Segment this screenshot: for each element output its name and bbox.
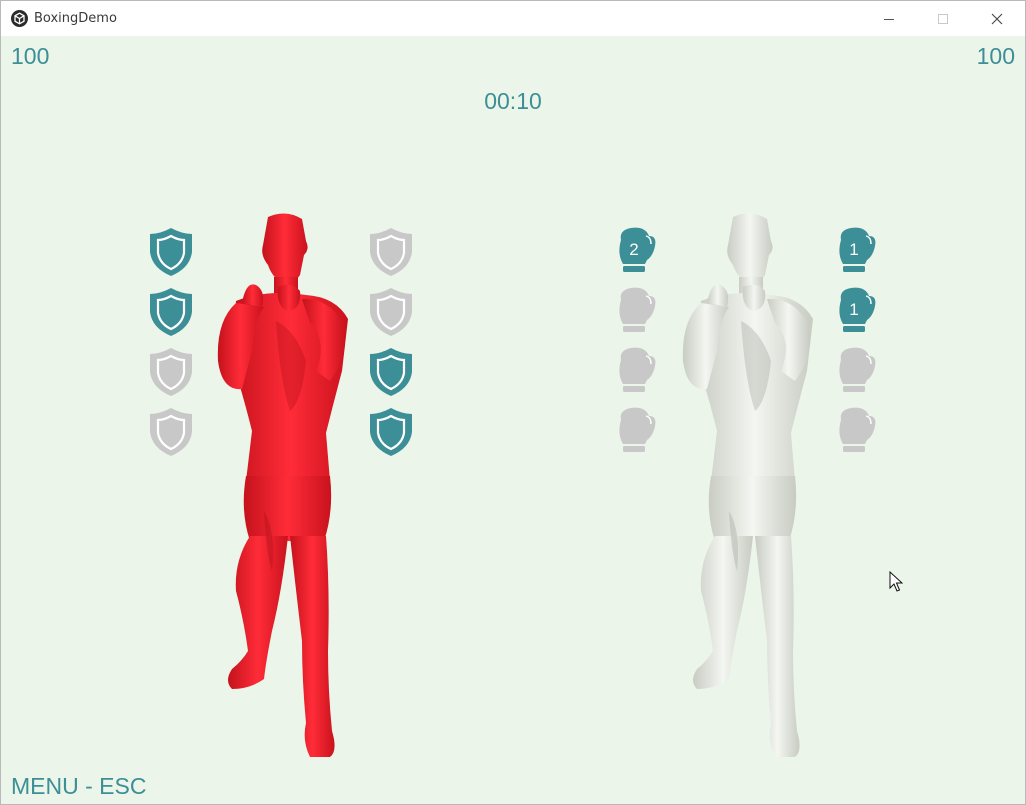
minimize-icon — [884, 18, 894, 20]
boxing-glove-icon — [619, 347, 656, 392]
close-button[interactable] — [969, 1, 1025, 36]
glove-slot: 1 — [835, 226, 883, 280]
shield-icon — [370, 288, 412, 336]
glove-count: 1 — [849, 300, 859, 319]
title-bar[interactable]: BoxingDemo — [1, 1, 1025, 36]
round-timer: 00:10 — [484, 88, 542, 114]
window-title: BoxingDemo — [34, 11, 117, 26]
boxing-glove-icon — [619, 407, 656, 452]
right-score: 100 — [976, 43, 1015, 69]
shield-slot — [368, 286, 416, 340]
unity-app-icon — [11, 10, 28, 27]
game-viewport[interactable]: 100 100 00:10 MENU - ESC 2 1 1 — [1, 36, 1025, 804]
shield-icon — [370, 228, 412, 276]
minimize-button[interactable] — [861, 1, 917, 36]
glove-slot — [835, 406, 883, 460]
menu-hint: MENU - ESC — [11, 773, 147, 799]
shield-slot — [148, 346, 196, 400]
glove-slot: 1 — [835, 286, 883, 340]
shield-slot — [368, 346, 416, 400]
shield-icon — [150, 228, 192, 276]
glove-slot: 2 — [615, 226, 663, 280]
game-window: BoxingDemo 100 100 00:10 MENU - ESC 2 1 1 — [0, 0, 1026, 805]
mouse-cursor-icon — [889, 571, 903, 592]
shield-slot — [148, 226, 196, 280]
shield-icon — [370, 348, 412, 396]
shield-icon — [370, 408, 412, 456]
shield-icon — [150, 288, 192, 336]
left-score: 100 — [11, 43, 50, 69]
shield-slot — [368, 226, 416, 280]
close-icon — [991, 13, 1003, 24]
glove-count: 2 — [629, 240, 639, 259]
maximize-button[interactable] — [915, 1, 971, 36]
boxing-glove-icon — [839, 347, 876, 392]
glove-count: 1 — [849, 240, 859, 259]
maximize-icon — [938, 13, 948, 24]
glove-slot — [615, 406, 663, 460]
glove-slot — [615, 286, 663, 340]
shield-slot — [148, 406, 196, 460]
shield-icon — [150, 408, 192, 456]
shield-slot — [368, 406, 416, 460]
white-boxer-figure — [682, 213, 813, 757]
shield-slot — [148, 286, 196, 340]
red-boxer-figure — [217, 213, 348, 757]
shield-icon — [150, 348, 192, 396]
glove-slot — [615, 346, 663, 400]
glove-slot — [835, 346, 883, 400]
boxing-glove-icon — [619, 287, 656, 332]
boxing-glove-icon — [839, 407, 876, 452]
